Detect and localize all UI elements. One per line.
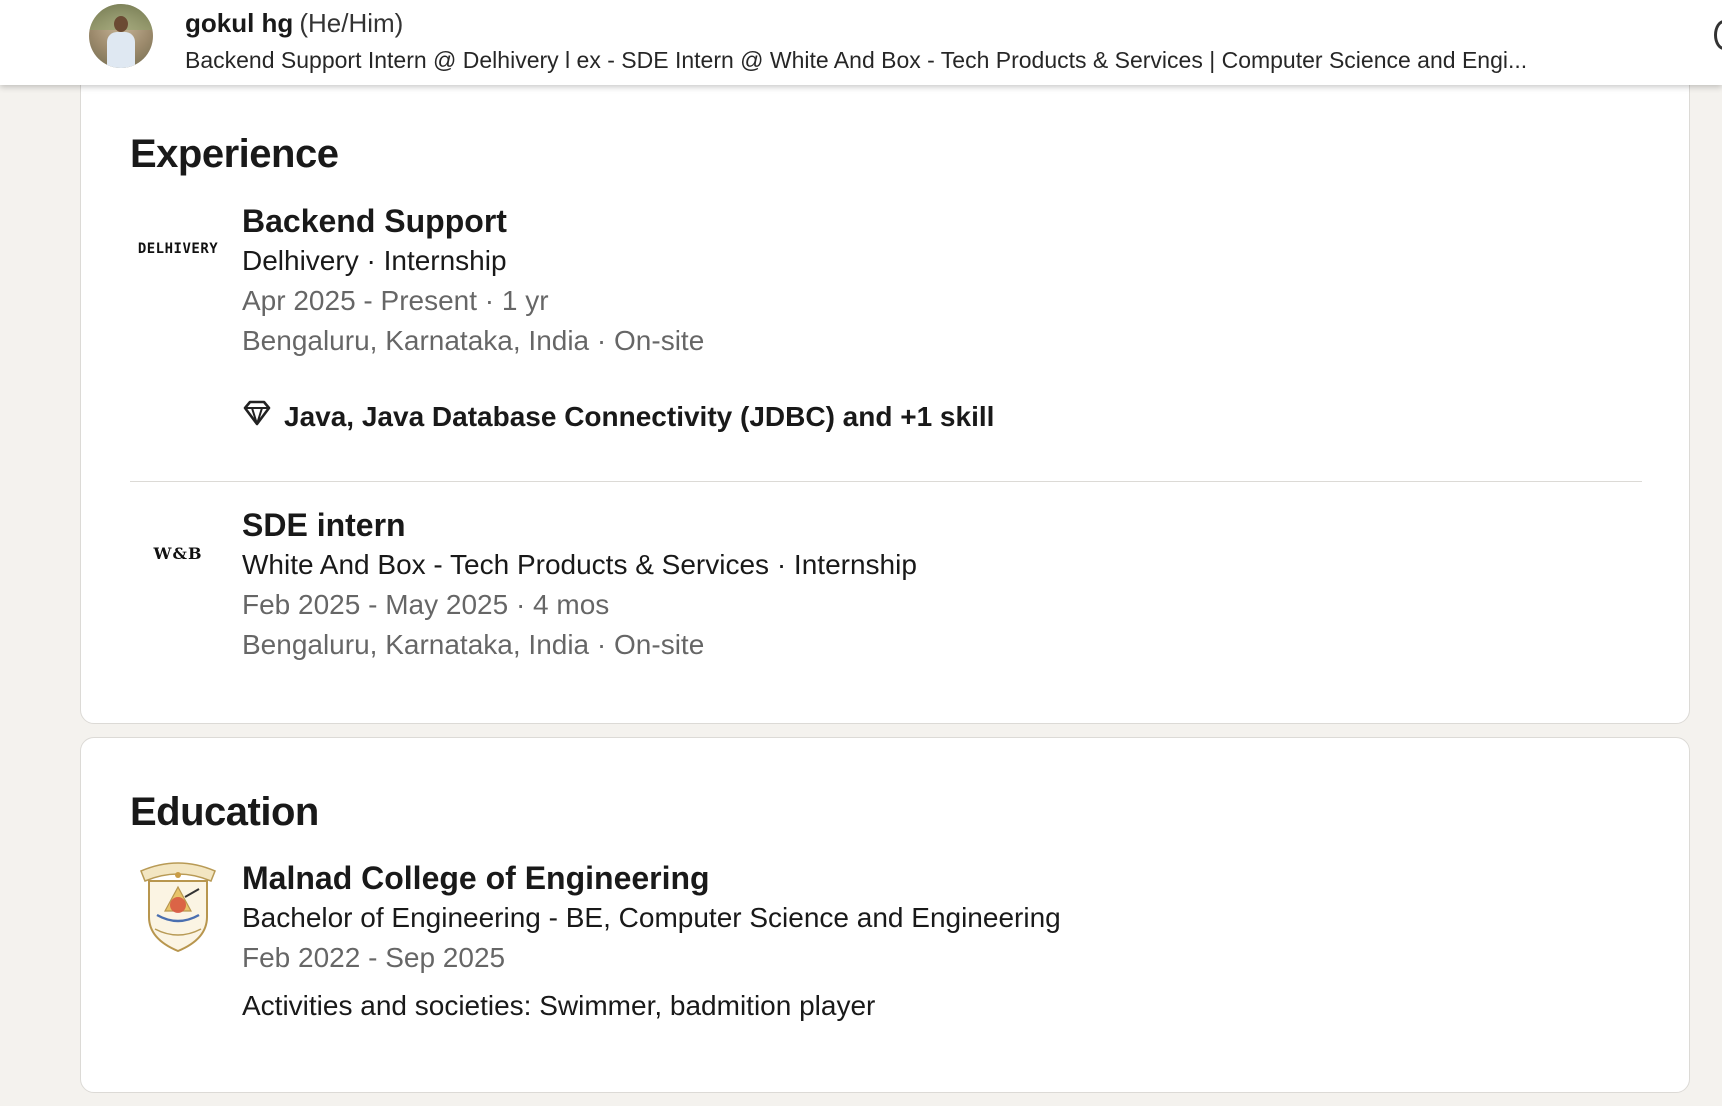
experience-location: Bengaluru, Karnataka, India · On-site	[242, 325, 705, 356]
college-crest-icon[interactable]	[130, 858, 226, 954]
white-and-box-logo[interactable]: W&B	[130, 505, 226, 601]
education-details: Malnad College of Engineering Bachelor o…	[242, 858, 1622, 1026]
education-activities: Activities and societies: Swimmer, badmi…	[242, 990, 876, 1021]
experience-heading: Experience	[130, 132, 339, 176]
experience-dates: Feb 2025 - May 2025 · 4 mos	[242, 589, 610, 620]
entry-divider	[130, 481, 1642, 482]
experience-role[interactable]: SDE intern	[242, 505, 1622, 545]
experience-entry-white-and-box: W&B SDE intern White And Box - Tech Prod…	[130, 505, 1650, 675]
experience-role[interactable]: Backend Support	[242, 201, 1622, 241]
partial-circle-icon[interactable]	[1714, 20, 1722, 50]
experience-details: Backend Support Delhivery · Internship A…	[242, 201, 1622, 437]
white-and-box-logo-text: W&B	[153, 543, 203, 563]
avatar-body	[107, 32, 135, 68]
experience-company: Delhivery · Internship	[242, 245, 507, 276]
profile-pronouns: (He/Him)	[299, 8, 404, 38]
avatar-head	[114, 16, 128, 32]
profile-name-line: gokul hg (He/Him)	[185, 6, 403, 40]
experience-company: White And Box - Tech Products & Services…	[242, 549, 917, 580]
experience-dates: Apr 2025 - Present · 1 yr	[242, 285, 549, 316]
education-card: Education Malnad College of Engineering …	[80, 737, 1690, 1093]
profile-headline: Backend Support Intern @ Delhivery l ex …	[185, 47, 1528, 73]
profile-name[interactable]: gokul hg	[185, 8, 293, 38]
education-school[interactable]: Malnad College of Engineering	[242, 858, 1622, 898]
experience-entry-delhivery: DELHIVERY Backend Support Delhivery · In…	[130, 201, 1650, 441]
education-degree: Bachelor of Engineering - BE, Computer S…	[242, 902, 1061, 933]
profile-sticky-header: gokul hg (He/Him) Backend Support Intern …	[0, 0, 1722, 85]
experience-card: Experience DELHIVERY Backend Support Del…	[80, 60, 1690, 724]
experience-skills[interactable]: Java, Java Database Connectivity (JDBC) …	[242, 397, 1622, 437]
education-heading: Education	[130, 790, 319, 834]
delhivery-logo-text: DELHIVERY	[137, 241, 219, 257]
education-entry: Malnad College of Engineering Bachelor o…	[130, 858, 1650, 1038]
education-dates: Feb 2022 - Sep 2025	[242, 942, 506, 973]
delhivery-logo[interactable]: DELHIVERY	[130, 201, 226, 297]
experience-details: SDE intern White And Box - Tech Products…	[242, 505, 1622, 665]
diamond-icon	[242, 397, 272, 437]
skills-text: Java, Java Database Connectivity (JDBC) …	[284, 401, 995, 432]
experience-location: Bengaluru, Karnataka, India · On-site	[242, 629, 705, 660]
profile-avatar[interactable]	[89, 4, 153, 68]
